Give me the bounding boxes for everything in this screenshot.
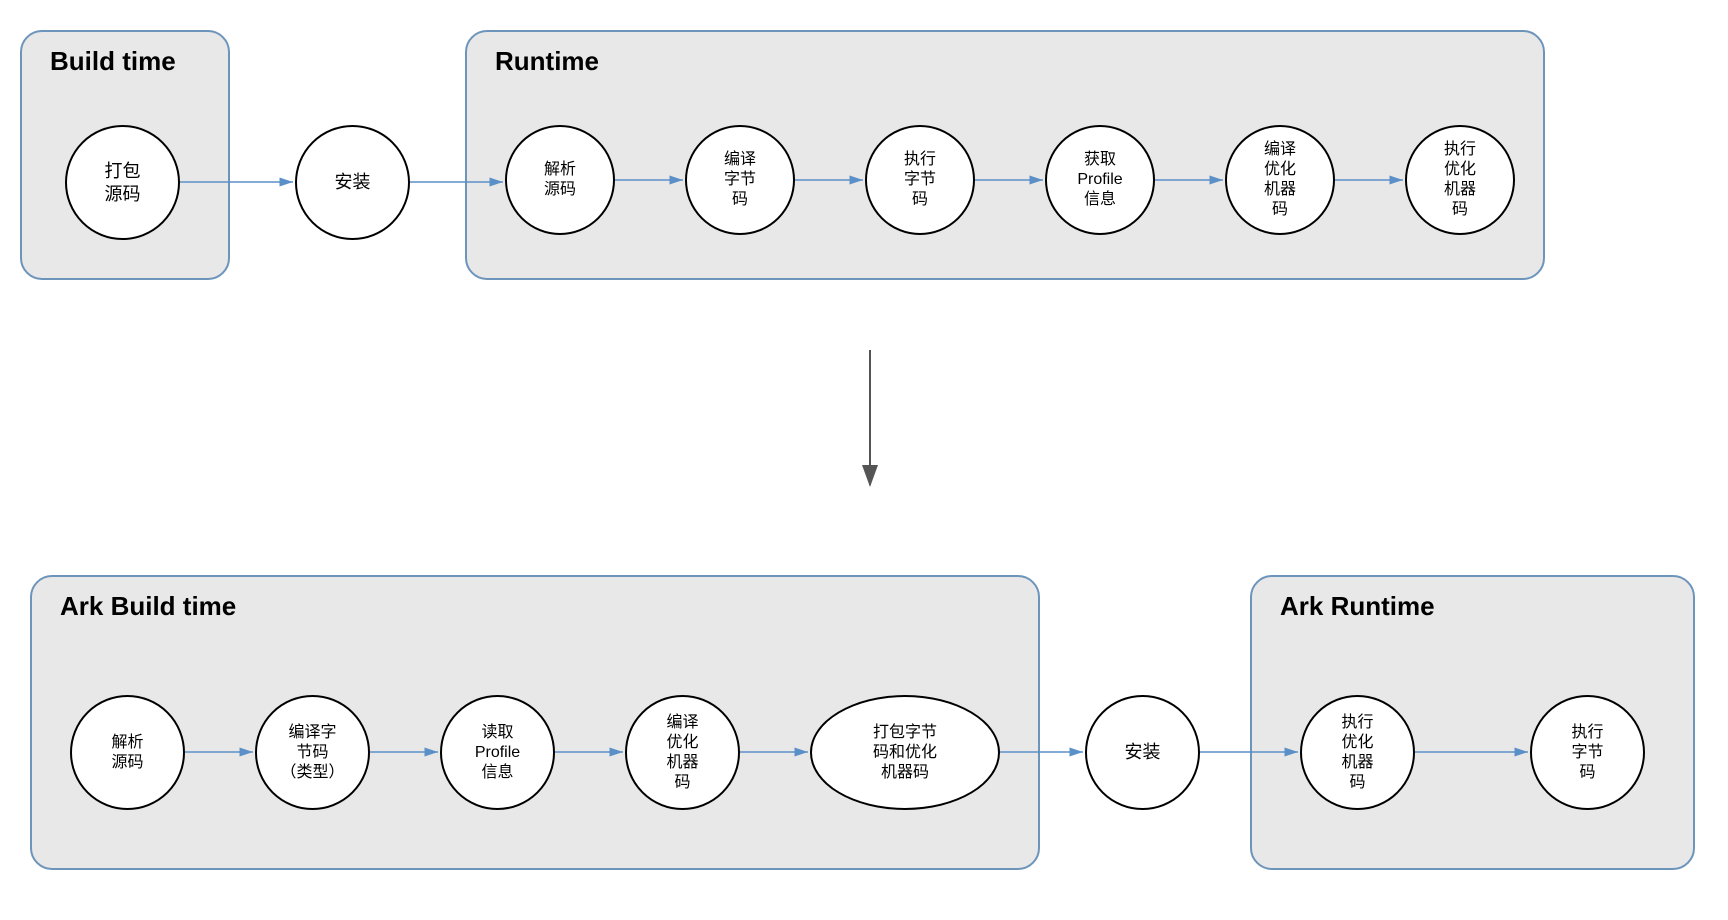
node-parse-source-bottom: 解析源码 xyxy=(70,695,185,810)
node-parse-source-bottom-label: 解析源码 xyxy=(111,733,143,773)
node-compile-bytecode-types-label: 编译字节码（类型） xyxy=(280,723,344,783)
node-execute-bytecode-bottom-label: 执行字节码 xyxy=(1571,723,1603,783)
node-parse-source-top: 解析源码 xyxy=(505,125,615,235)
node-compile-bytecode-top-label: 编译字节码 xyxy=(724,150,756,210)
node-parse-source-top-label: 解析源码 xyxy=(544,160,576,200)
node-package-source: 打包源码 xyxy=(65,125,180,240)
group-runtime-title: Runtime xyxy=(495,46,599,77)
group-ark-build-time-title: Ark Build time xyxy=(60,591,236,622)
group-runtime: Runtime xyxy=(465,30,1545,280)
node-execute-bytecode-top-label: 执行字节码 xyxy=(904,150,936,210)
node-get-profile-label: 获取Profile信息 xyxy=(1077,150,1122,210)
group-build-time-title: Build time xyxy=(50,46,176,77)
node-compile-opt-machine-top: 编译优化机器码 xyxy=(1225,125,1335,235)
node-execute-bytecode-bottom: 执行字节码 xyxy=(1530,695,1645,810)
node-read-profile-label: 读取Profile信息 xyxy=(475,723,520,783)
node-package-bytecode-opt: 打包字节码和优化机器码 xyxy=(810,695,1000,810)
node-package-source-label: 打包源码 xyxy=(105,160,141,205)
node-compile-bytecode-types: 编译字节码（类型） xyxy=(255,695,370,810)
node-compile-opt-machine-bottom-label: 编译优化机器码 xyxy=(666,713,698,793)
node-execute-opt-machine-top: 执行优化机器码 xyxy=(1405,125,1515,235)
node-execute-opt-machine-top-label: 执行优化机器码 xyxy=(1444,140,1476,220)
node-install-bottom-label: 安装 xyxy=(1125,741,1161,764)
node-compile-opt-machine-bottom: 编译优化机器码 xyxy=(625,695,740,810)
node-compile-bytecode-top: 编译字节码 xyxy=(685,125,795,235)
node-compile-opt-machine-top-label: 编译优化机器码 xyxy=(1264,140,1296,220)
node-execute-opt-machine-bottom: 执行优化机器码 xyxy=(1300,695,1415,810)
node-read-profile: 读取Profile信息 xyxy=(440,695,555,810)
node-execute-opt-machine-bottom-label: 执行优化机器码 xyxy=(1341,713,1373,793)
node-package-bytecode-opt-label: 打包字节码和优化机器码 xyxy=(873,723,937,783)
node-install-top: 安装 xyxy=(295,125,410,240)
node-get-profile: 获取Profile信息 xyxy=(1045,125,1155,235)
node-install-top-label: 安装 xyxy=(335,171,371,194)
diagram-canvas: Build time 打包源码 安装 Runtime 解析源码 编译字节码 执行… xyxy=(0,0,1728,920)
group-ark-runtime-title: Ark Runtime xyxy=(1280,591,1435,622)
node-install-bottom: 安装 xyxy=(1085,695,1200,810)
node-execute-bytecode-top: 执行字节码 xyxy=(865,125,975,235)
